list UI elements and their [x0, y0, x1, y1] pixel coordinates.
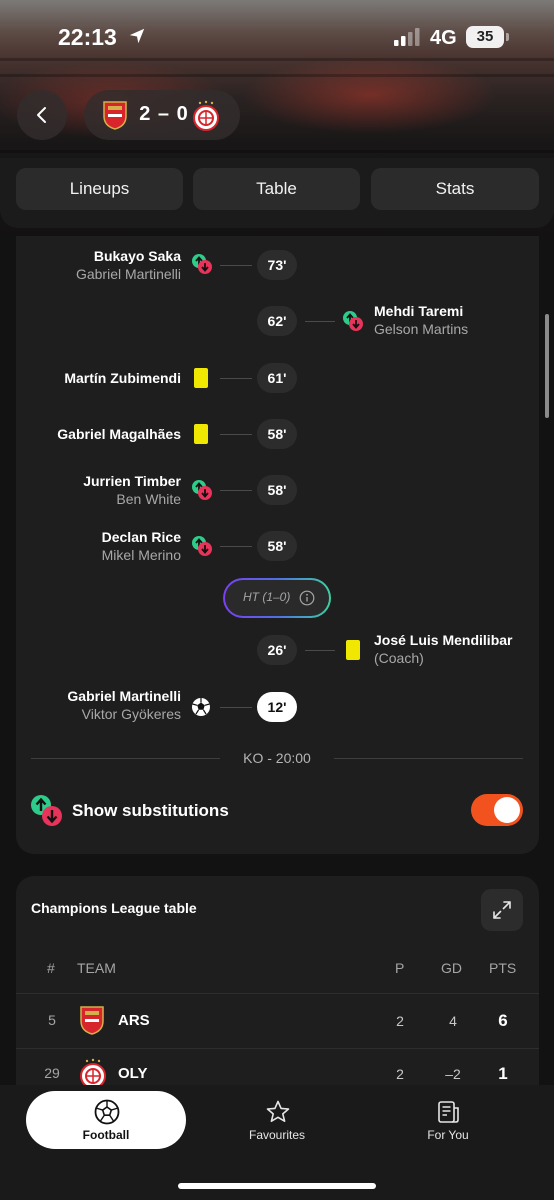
event-minute: 58' — [257, 531, 297, 561]
event-row: Bukayo Saka Gabriel Martinelli 73' — [16, 240, 539, 290]
tab-stats[interactable]: Stats — [371, 168, 539, 210]
tab-bar: Lineups Table Stats — [0, 158, 554, 228]
substitution-icon — [192, 536, 212, 556]
nav-football[interactable]: Football — [26, 1091, 186, 1149]
expand-icon — [493, 901, 511, 919]
event-player-off: Declan Rice — [101, 529, 181, 545]
kickoff-label: KO - 20:00 — [243, 750, 311, 766]
event-minute: 73' — [257, 250, 297, 280]
status-time: 22:13 — [58, 24, 117, 50]
location-arrow-icon — [129, 28, 145, 44]
event-minute: 58' — [257, 419, 297, 449]
yellow-card-icon — [194, 368, 208, 388]
row-gd: 4 — [449, 1013, 457, 1029]
goal-scorer: Gabriel Martinelli — [67, 688, 181, 704]
event-player-role: (Coach) — [374, 650, 424, 666]
halftime-pill[interactable]: HT (1–0) — [223, 578, 331, 618]
goal-assist: Viktor Gyökeres — [81, 706, 181, 722]
nav-for-you[interactable]: For You — [368, 1091, 528, 1149]
info-icon — [299, 590, 315, 606]
back-button[interactable] — [17, 90, 67, 140]
event-minute-goal: 12' — [257, 692, 297, 722]
col-gd: GD — [441, 960, 462, 976]
event-minute: 26' — [257, 635, 297, 665]
row-played: 2 — [396, 1066, 404, 1082]
nav-label: For You — [427, 1128, 469, 1142]
event-row: 26' José Luis Mendilibar (Coach) — [16, 625, 539, 675]
event-row: Declan Rice Mikel Merino 58' — [16, 521, 539, 571]
football-goal-icon — [192, 698, 210, 716]
event-row: 62' Mehdi Taremi Gelson Martins — [16, 297, 539, 347]
toggle-knob — [494, 797, 520, 823]
event-row: Jurrien Timber Ben White 58' — [16, 465, 539, 515]
divider — [334, 758, 523, 759]
show-substitutions-toggle[interactable] — [471, 794, 523, 826]
event-player-on: Mikel Merino — [101, 547, 181, 563]
col-pts: PTS — [489, 960, 517, 976]
yellow-card-icon — [194, 424, 208, 444]
event-minute: 58' — [257, 475, 297, 505]
row-played: 2 — [396, 1013, 404, 1029]
substitution-icon — [31, 795, 62, 826]
nav-label: Football — [82, 1128, 130, 1142]
event-player: José Luis Mendilibar — [374, 632, 513, 648]
event-player-off: Mehdi Taremi — [374, 303, 464, 319]
scrollbar[interactable] — [545, 314, 549, 418]
expand-button[interactable] — [481, 889, 523, 931]
event-player: Gabriel Magalhães — [57, 426, 181, 442]
substitution-icon — [192, 480, 212, 500]
news-icon — [438, 1101, 459, 1123]
nav-favourites[interactable]: Favourites — [197, 1091, 357, 1149]
row-rank: 29 — [44, 1065, 60, 1081]
network-type: 4G — [430, 27, 457, 49]
substitution-icon — [343, 311, 363, 331]
show-substitutions-label: Show substitutions — [72, 801, 229, 820]
row-pts: 6 — [498, 1011, 508, 1030]
battery-icon: 35 — [466, 26, 504, 48]
event-player-on: Gabriel Martinelli — [75, 266, 181, 282]
col-team: TEAM — [77, 960, 116, 976]
star-icon — [266, 1100, 290, 1122]
signal-bars-icon — [394, 28, 420, 46]
yellow-card-icon — [346, 640, 360, 660]
event-player: Martín Zubimendi — [64, 370, 181, 386]
event-player-on: Ben White — [116, 491, 181, 507]
status-bar: 22:13 4G 35 — [0, 0, 554, 72]
row-gd: –2 — [445, 1066, 461, 1082]
divider — [31, 758, 220, 759]
substitution-icon — [192, 254, 212, 274]
event-row: Martín Zubimendi 61' — [16, 353, 539, 403]
chevron-left-icon — [37, 107, 46, 123]
halftime-label: HT (1–0) — [243, 590, 291, 604]
event-player-on: Gelson Martins — [374, 321, 469, 337]
nav-label: Favourites — [248, 1128, 306, 1142]
arsenal-crest-icon — [80, 1006, 104, 1035]
home-indicator[interactable] — [178, 1183, 376, 1189]
score-header[interactable]: 2 – 0 — [84, 90, 240, 140]
league-table-card: Champions League table # TEAM P GD PTS 5… — [16, 876, 539, 1096]
tab-table[interactable]: Table — [193, 168, 360, 210]
event-minute: 62' — [257, 306, 297, 336]
event-minute: 61' — [257, 363, 297, 393]
row-pts: 1 — [498, 1064, 508, 1083]
row-rank: 5 — [48, 1012, 56, 1028]
event-row: Gabriel Magalhães 58' — [16, 409, 539, 459]
football-icon — [94, 1099, 120, 1125]
table-title: Champions League table — [31, 900, 197, 916]
col-rank: # — [47, 960, 55, 976]
tab-lineups[interactable]: Lineups — [16, 168, 183, 210]
battery-tip — [506, 33, 509, 41]
event-row: Gabriel Martinelli Viktor Gyökeres 12' — [16, 683, 539, 733]
col-played: P — [395, 960, 405, 976]
olympiacos-crest-icon — [193, 100, 219, 131]
row-team: ARS — [118, 1012, 150, 1029]
row-team: OLY — [118, 1065, 148, 1082]
event-player-off: Bukayo Saka — [93, 248, 181, 264]
event-player-off: Jurrien Timber — [83, 473, 181, 489]
match-score: 2 – 0 — [139, 103, 189, 125]
match-events-card: Bukayo Saka Gabriel Martinelli 73' 62' M… — [16, 236, 539, 854]
arsenal-crest-icon — [103, 101, 127, 130]
